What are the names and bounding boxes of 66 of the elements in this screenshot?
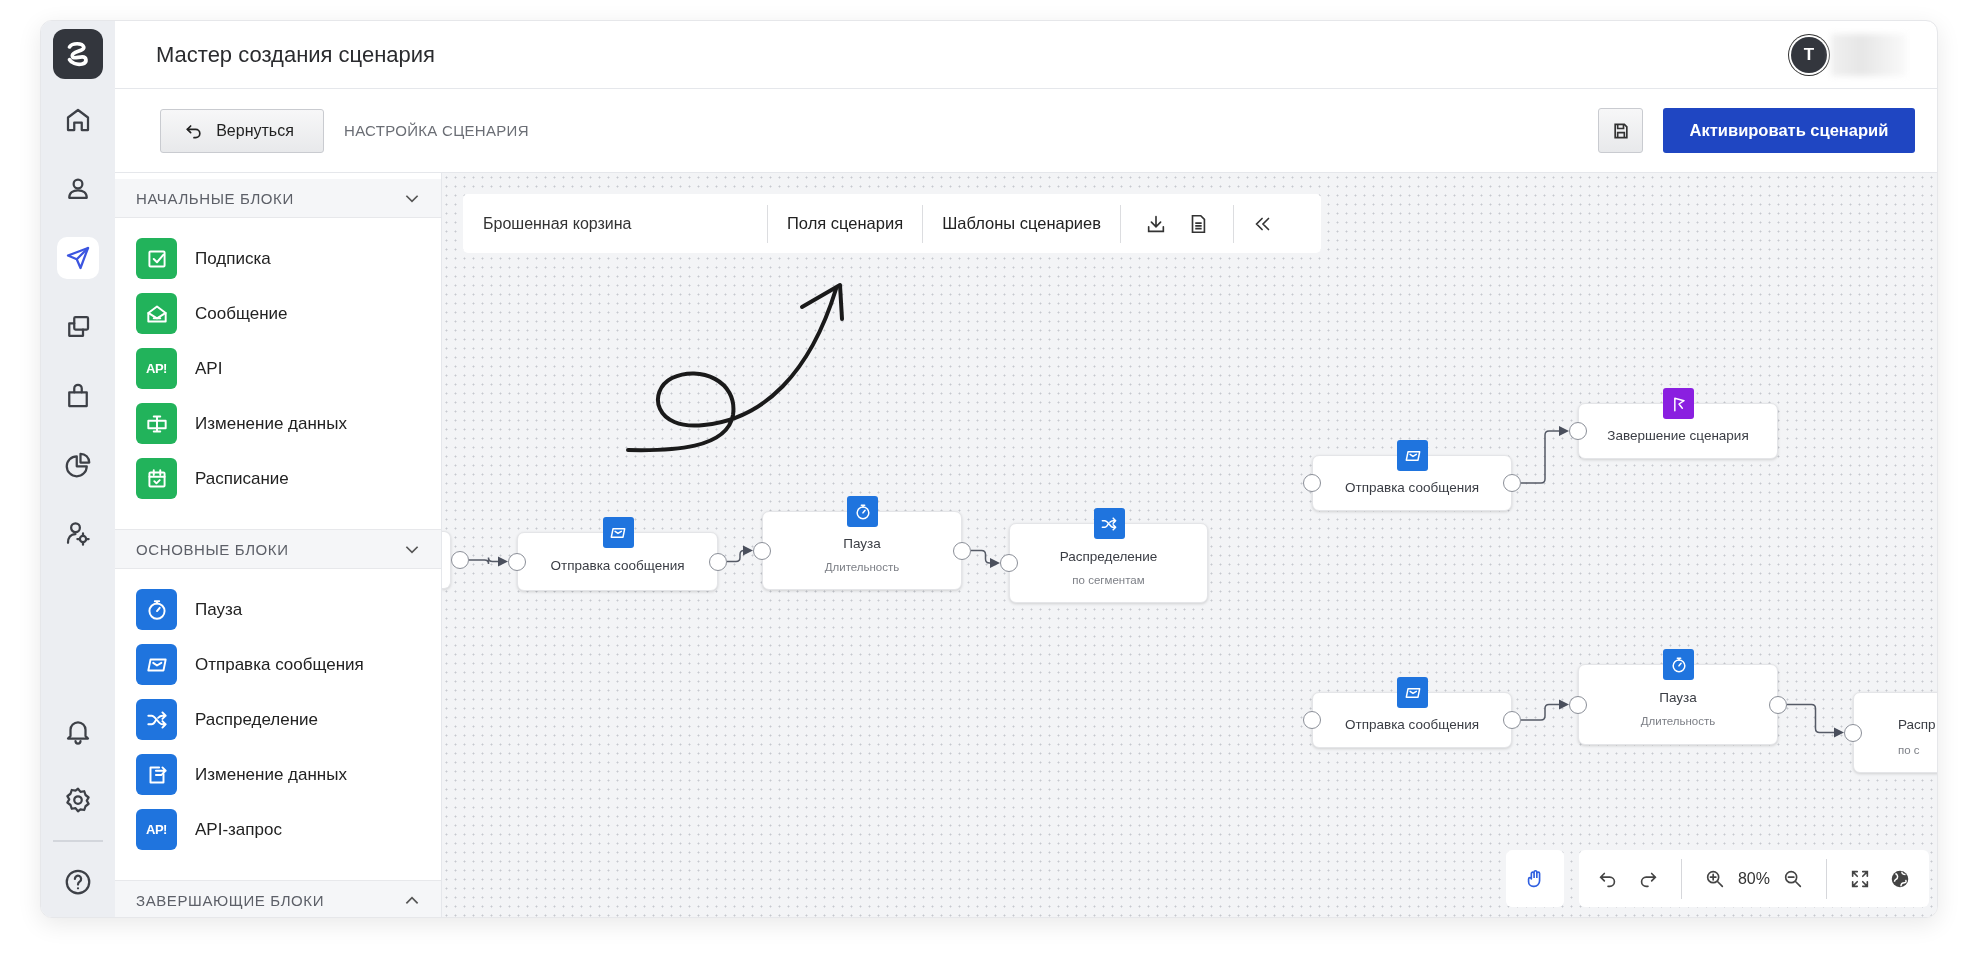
input-port[interactable]	[1569, 695, 1587, 714]
block-label[interactable]: API	[195, 358, 223, 379]
node-title: Отправка сообщения	[550, 558, 685, 573]
block-label[interactable]: API-запрос	[195, 819, 282, 840]
node-title: Распределение	[1059, 548, 1158, 564]
connector	[1520, 699, 1569, 721]
zoom-level: 80%	[1737, 869, 1770, 888]
node-card[interactable]: Отправка сообщения	[517, 532, 718, 591]
node-subtitle: по с	[1898, 744, 1920, 756]
node-title: Распр	[1898, 717, 1936, 732]
node-subtitle: Длительность	[824, 561, 900, 573]
node-subtitle: по сегментам	[1072, 573, 1145, 586]
input-port[interactable]	[1000, 554, 1018, 572]
connector	[726, 545, 753, 563]
node-title: Отправка сообщения	[1344, 479, 1480, 495]
node-card[interactable]	[442, 531, 451, 589]
output-port[interactable]	[451, 551, 469, 569]
activate-button[interactable]: Активировать сценарий	[1663, 108, 1915, 153]
node-title: Пауза	[843, 536, 881, 551]
node-card[interactable]: Отправка сообщения	[1312, 692, 1512, 748]
node-card[interactable]: Пауза Длительность	[1578, 664, 1778, 745]
section-header[interactable]: ЗАВЕРШАЮЩИЕ БЛОКИ	[115, 880, 441, 917]
node-card[interactable]: Распределение по сегментам	[1009, 523, 1208, 603]
section-title: ЗАВЕРШАЮЩИЕ БЛОКИ	[136, 891, 325, 909]
block-label[interactable]: Отправка сообщения	[195, 654, 364, 675]
section-title: ОСНОВНЫЕ БЛОКИ	[136, 540, 289, 558]
section-header[interactable]: НАЧАЛЬНЫЕ БЛОКИ	[115, 179, 441, 218]
node-card[interactable]: Распр по с	[1853, 692, 1937, 773]
section-title: НАЧАЛЬНЫЕ БЛОКИ	[136, 189, 294, 207]
node-title: Отправка сообщения	[1344, 716, 1480, 732]
node-title: Пауза	[1659, 690, 1697, 705]
block-label[interactable]: Подписка	[195, 248, 271, 269]
block-label[interactable]: Распределение	[195, 709, 318, 730]
block-label[interactable]: Изменение данных	[195, 413, 347, 434]
node-card[interactable]: Завершение сценария	[1578, 403, 1778, 459]
input-port[interactable]	[753, 541, 771, 560]
node-card[interactable]: Пауза Длительность	[762, 511, 962, 590]
save-button[interactable]	[1598, 108, 1643, 153]
send-icon[interactable]	[57, 237, 99, 279]
logo-icon[interactable]	[53, 29, 103, 79]
node-subtitle: Длительность	[1640, 715, 1716, 727]
back-button[interactable]: Вернуться	[160, 108, 324, 153]
api-icon: AP!	[136, 809, 177, 850]
scenario-name: Брошенная корзина	[482, 214, 633, 233]
node-title: Завершение сценария	[1607, 427, 1749, 443]
block-label[interactable]: Изменение данных	[195, 764, 347, 785]
api-icon: AP!	[136, 348, 177, 389]
input-port[interactable]	[1303, 711, 1321, 729]
breadcrumb: НАСТРОЙКА СЦЕНАРИЯ	[344, 122, 529, 139]
avatar[interactable]: T	[1791, 36, 1827, 73]
input-port[interactable]	[508, 552, 526, 571]
connector	[1520, 426, 1569, 484]
input-port[interactable]	[1569, 422, 1587, 440]
block-label[interactable]: Расписание	[195, 468, 289, 489]
connector	[970, 549, 1000, 568]
input-port[interactable]	[1844, 723, 1862, 742]
toolbar-tab[interactable]: Поля сценария	[767, 204, 923, 243]
block-label[interactable]: Пауза	[195, 599, 243, 620]
section-header[interactable]: ОСНОВНЫЕ БЛОКИ	[115, 529, 441, 569]
connector	[468, 556, 508, 567]
page-title: Мастер создания сценария	[156, 41, 436, 68]
toolbar-tab[interactable]: Шаблоны сценариев	[922, 204, 1120, 243]
input-port[interactable]	[1303, 474, 1321, 492]
node-card[interactable]: Отправка сообщения	[1312, 455, 1512, 511]
connector	[1786, 703, 1844, 738]
block-label[interactable]: Сообщение	[195, 303, 288, 324]
